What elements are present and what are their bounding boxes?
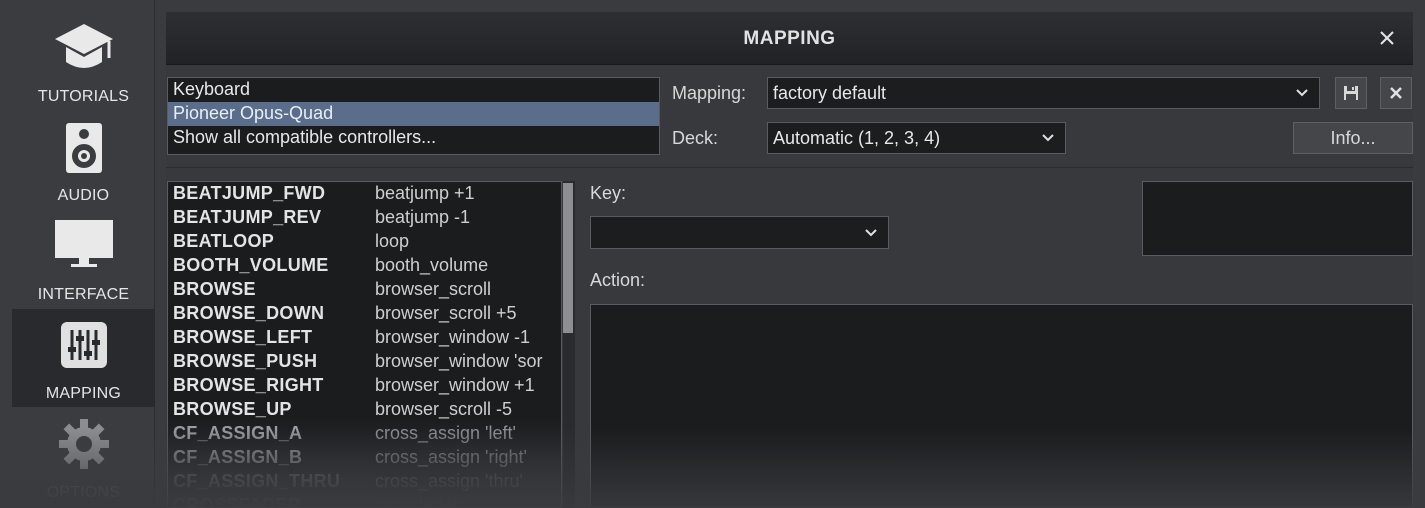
action-name: CROSSFADER	[173, 495, 302, 508]
action-name: CF_ASSIGN_A	[173, 423, 303, 443]
sidebar: TUTORIALS AUDIO INTERFACE MAPPING OPTION…	[0, 0, 155, 508]
deck-select-value: Automatic (1, 2, 3, 4)	[773, 128, 941, 148]
save-mapping-button[interactable]	[1335, 77, 1367, 109]
action-row[interactable]: CF_ASSIGN_A cross_assign 'left'	[168, 422, 561, 446]
action-name: BROWSE_PUSH	[173, 351, 318, 371]
deck-select[interactable]: Automatic (1, 2, 3, 4)	[767, 122, 1066, 154]
divider	[166, 167, 1413, 168]
action-value: browser_scroll -5	[375, 399, 513, 419]
action-row[interactable]: BROWSE_LEFT browser_window -1	[168, 326, 561, 350]
action-value: cross_assign 'thru'	[375, 471, 523, 491]
graduation-cap-icon	[12, 22, 155, 78]
action-list[interactable]: BEATJUMP_FWD beatjump +1 BEATJUMP_REV beatj…	[167, 181, 562, 508]
sidebar-item-tutorials[interactable]: TUTORIALS	[12, 12, 155, 110]
controller-item-keyboard[interactable]: Keyboard	[168, 78, 659, 102]
action-row[interactable]: BROWSE_UP browser_scroll -5	[168, 398, 561, 422]
action-value: beatjump -1	[375, 207, 471, 227]
key-preview-box	[1142, 181, 1413, 256]
close-button[interactable]	[1375, 26, 1399, 50]
delete-mapping-button[interactable]	[1380, 77, 1412, 109]
action-value: booth_volume	[375, 255, 489, 275]
sidebar-item-label: AUDIO	[57, 187, 110, 204]
action-value: browser_scroll +5	[375, 303, 517, 323]
gear-icon	[12, 416, 155, 472]
sidebar-item-options[interactable]: OPTIONS	[12, 408, 155, 506]
sidebar-item-label: TUTORIALS	[37, 88, 130, 105]
action-value: cross_assign 'left'	[375, 423, 516, 443]
action-row[interactable]: BROWSE browser_scroll	[168, 278, 561, 302]
sidebar-item-interface[interactable]: INTERFACE	[12, 210, 155, 308]
sidebar-item-label: OPTIONS	[46, 484, 121, 501]
action-row[interactable]: BEATJUMP_FWD beatjump +1	[168, 182, 561, 206]
action-editor[interactable]	[590, 304, 1413, 508]
action-name: BEATLOOP	[173, 231, 275, 251]
action-name: BOOTH_VOLUME	[173, 255, 329, 275]
scrollbar-thumb[interactable]	[563, 183, 573, 333]
action-row[interactable]: BROWSE_DOWN browser_scroll +5	[168, 302, 561, 326]
action-name: BROWSE_UP	[173, 399, 292, 419]
key-label: Key:	[590, 183, 627, 203]
action-value: browser_scroll	[375, 279, 492, 299]
action-row[interactable]: CF_ASSIGN_B cross_assign 'right'	[168, 446, 561, 470]
mapping-select-value: factory default	[773, 83, 887, 103]
action-value: beatjump +1	[375, 183, 475, 203]
action-value: browser_window 'sor	[375, 351, 543, 371]
action-value: crossfader	[375, 495, 460, 508]
chevron-down-icon	[865, 228, 877, 236]
deck-label: Deck:	[672, 128, 719, 148]
action-value: browser_window +1	[375, 375, 535, 395]
action-value: browser_window -1	[375, 327, 531, 347]
action-name: BROWSE_RIGHT	[173, 375, 324, 395]
action-row[interactable]: BEATLOOP loop	[168, 230, 561, 254]
action-row[interactable]: BROWSE_RIGHT browser_window +1	[168, 374, 561, 398]
key-select[interactable]	[590, 216, 889, 249]
action-value: loop	[375, 231, 410, 251]
action-row[interactable]: CF_ASSIGN_THRU cross_assign 'thru'	[168, 470, 561, 494]
mapping-label: Mapping:	[672, 83, 747, 103]
action-name: CF_ASSIGN_B	[173, 447, 303, 467]
sliders-icon	[12, 321, 155, 369]
action-name: BEATJUMP_REV	[173, 207, 322, 227]
action-row[interactable]: BOOTH_VOLUME booth_volume	[168, 254, 561, 278]
action-label: Action:	[590, 270, 646, 290]
action-name: BROWSE	[173, 279, 256, 299]
sidebar-item-audio[interactable]: AUDIO	[12, 111, 155, 209]
title-bar: MAPPING	[166, 12, 1413, 65]
action-name: BEATJUMP_FWD	[173, 183, 326, 203]
sidebar-item-label: MAPPING	[45, 385, 122, 402]
action-name: BROWSE_LEFT	[173, 327, 313, 347]
controller-item-show-all[interactable]: Show all compatible controllers...	[168, 126, 659, 150]
close-icon	[1380, 31, 1394, 45]
controller-list[interactable]: Keyboard Pioneer Opus-Quad Show all comp…	[167, 77, 660, 155]
chevron-down-icon	[1296, 89, 1308, 97]
action-row[interactable]: CROSSFADER crossfader	[168, 494, 561, 508]
action-row[interactable]: BEATJUMP_REV beatjump -1	[168, 206, 561, 230]
mapping-panel: MAPPING Keyboard Pioneer Opus-Quad Show …	[166, 12, 1413, 508]
panel-title: MAPPING	[743, 28, 836, 49]
action-value: cross_assign 'right'	[375, 447, 527, 467]
chevron-down-icon	[1042, 134, 1054, 142]
info-button[interactable]: Info...	[1293, 122, 1413, 154]
action-name: CF_ASSIGN_THRU	[173, 471, 341, 491]
sidebar-item-label: INTERFACE	[37, 286, 130, 303]
monitor-icon	[12, 218, 155, 270]
speaker-icon	[12, 121, 155, 175]
sidebar-item-mapping[interactable]: MAPPING	[12, 309, 155, 407]
delete-icon	[1390, 87, 1402, 99]
save-icon	[1344, 86, 1358, 100]
action-name: BROWSE_DOWN	[173, 303, 325, 323]
action-row[interactable]: BROWSE_PUSH browser_window 'sor	[168, 350, 561, 374]
mapping-select[interactable]: factory default	[767, 77, 1320, 109]
controller-item-pioneer-opus-quad[interactable]: Pioneer Opus-Quad	[168, 102, 659, 126]
